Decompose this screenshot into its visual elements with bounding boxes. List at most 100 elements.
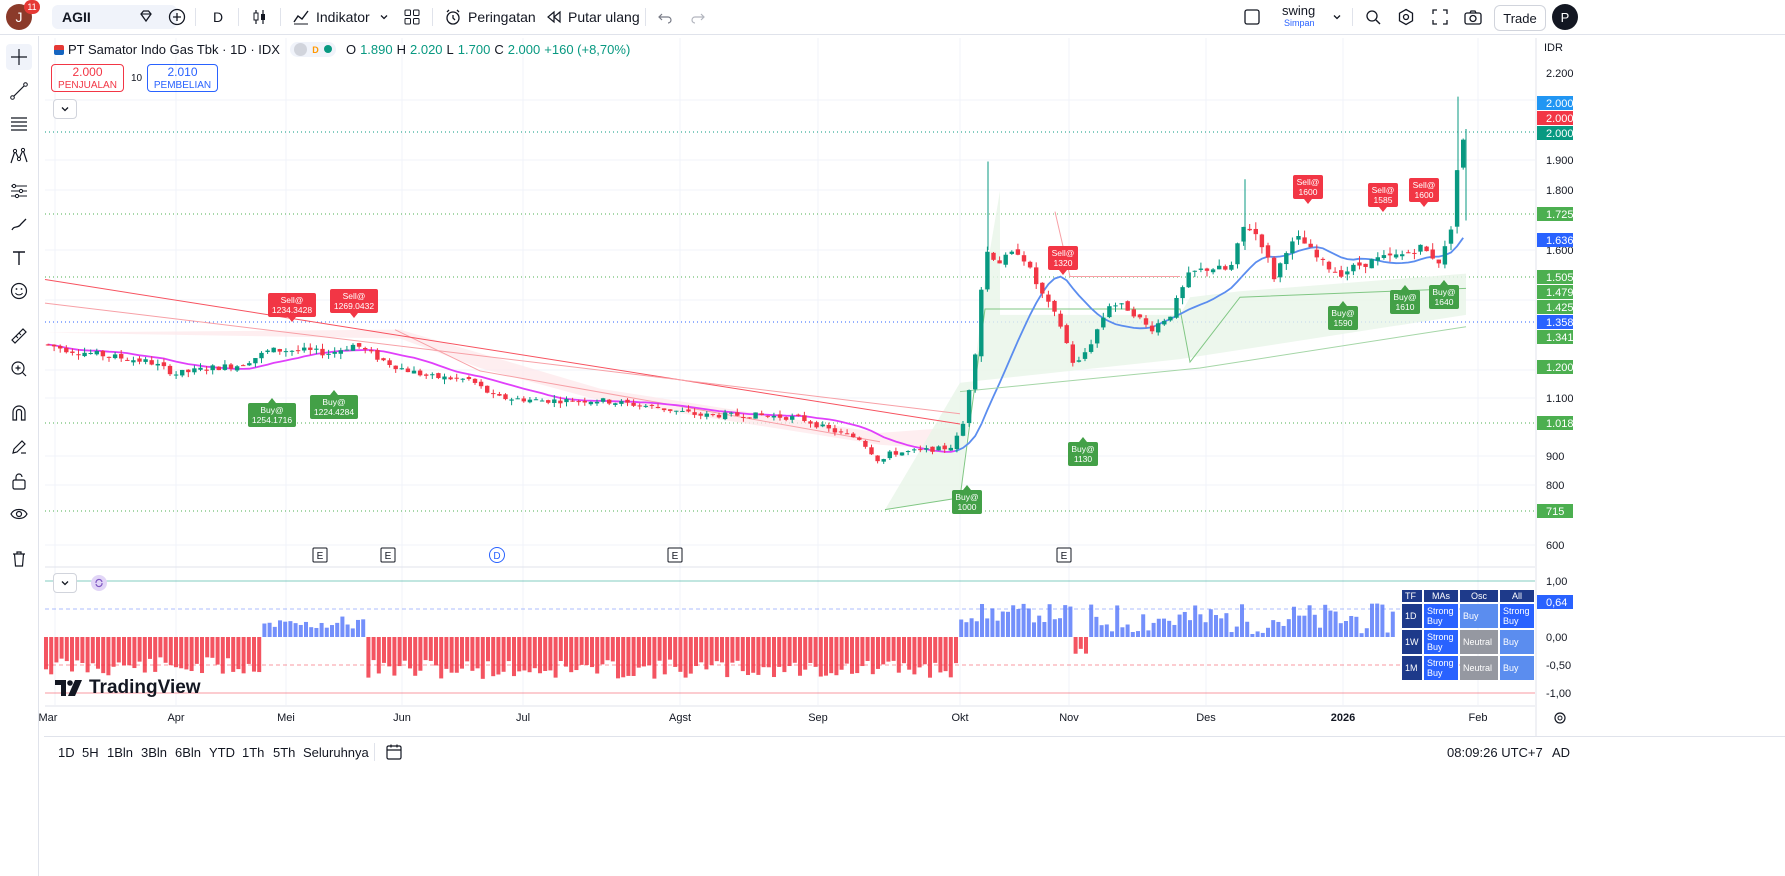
range-1bln[interactable]: 1Bln [107,745,133,760]
date-range-calendar-icon[interactable] [385,743,403,764]
candle-body [546,400,551,403]
buy-button[interactable]: 2.010 PEMBELIAN [147,64,218,92]
osc-bar [491,637,496,677]
osc-bar [1297,615,1302,637]
change-value: +160 (+8,70%) [544,42,631,57]
osc-bar [428,637,433,661]
candle-body [1095,329,1100,344]
price-tag-label: 1.200 [1546,362,1574,374]
low-value: 1.700 [457,42,491,57]
candle-body [119,354,124,359]
signal-price: 1590 [1334,318,1353,328]
osc-bar [954,637,958,664]
signal-label: Buy@ [260,405,283,415]
candle-body [45,344,51,346]
candle-body [905,451,911,453]
osc-bar [1198,614,1203,637]
range-3bln[interactable]: 3Bln [141,745,167,760]
candle-body [131,360,136,363]
indicator-sync-icon[interactable] [91,575,107,591]
osc-bar [714,637,719,662]
low-label: L [446,42,454,57]
range-5th[interactable]: 5Th [273,745,295,760]
time-axis[interactable]: Mar Apr Mei Jun Jul Agst Sep Okt Nov Des 2026 Feb [39,712,1566,724]
osc-bar [844,637,849,664]
spread-value: 10 [131,73,143,84]
candle-body [198,367,203,370]
clock-timezone[interactable]: 08:09:26 UTC+7 [1447,745,1543,760]
osc-bar [959,619,964,637]
price-axis[interactable]: 2.2001.9001.8001.6001.1009008006002.0002… [1537,68,1574,700]
ratings-osc-1m: Neutral [1460,656,1498,680]
range-6bln[interactable]: 6Bln [175,745,201,760]
candle-body [430,374,435,376]
ratings-osc-1w: Neutral [1460,630,1498,654]
candle-body [783,417,789,420]
osc-bar [699,637,704,663]
osc-bar [1162,618,1166,637]
osc-bar [782,637,787,673]
candle-body [857,437,862,440]
range-ytd[interactable]: YTD [209,745,235,760]
range-1th[interactable]: 1Th [242,745,264,760]
osc-bar [860,637,865,667]
osc-bar [1364,628,1369,637]
candle-body [1345,271,1350,275]
osc-bar [397,637,402,667]
osc-bar [751,637,756,673]
candle-body [1290,241,1295,254]
range-5h[interactable]: 5H [82,745,99,760]
time-axis-label: Des [1196,712,1216,724]
osc-bar [70,637,74,672]
osc-bar [465,637,470,662]
candle-body [58,345,63,349]
candle-body [918,449,923,451]
candle-body [1149,325,1155,332]
osc-bar [636,637,641,668]
sell-button[interactable]: 2.000 PENJUALAN [51,64,124,92]
status-pills[interactable]: D [289,42,336,57]
price-axis-label: 1.100 [1546,393,1574,405]
osc-bar [1281,625,1286,637]
legend-collapse-chevron-icon[interactable] [53,99,77,119]
osc-bar [179,637,184,669]
adjust-toggle[interactable]: AD [1552,745,1570,760]
candle-body [503,394,508,400]
osc-bar [1172,624,1177,637]
candle-body [466,377,472,380]
osc-bar [912,637,917,675]
candle-body [1314,249,1319,258]
range-all[interactable]: Seluruhnya [303,745,369,760]
range-1d[interactable]: 1D [58,745,75,760]
cloud-green [885,191,1466,510]
osc-bar [881,637,886,665]
candle-body [1003,254,1008,265]
ratings-tf-1w: 1W [1402,630,1422,654]
osc-bar [985,618,990,637]
osc-bar [818,637,823,677]
candle-body [631,402,636,406]
osc-bar [1058,618,1062,637]
osc-bar [709,637,714,666]
signal-sell: Sell@1600 [1293,175,1323,204]
osc-bar [1276,621,1281,637]
open-label: O [345,42,357,57]
osc-bar [460,637,464,669]
signal-pointer [268,398,276,403]
candle-body [1247,228,1252,231]
legend-title[interactable]: PT Samator Indo Gas Tbk · 1D · IDX [68,42,280,57]
candle-body [930,446,935,452]
osc-bar [1255,631,1260,637]
osc-bar [1188,620,1192,637]
signal-pointer [963,485,971,490]
osc-bar [257,637,262,673]
osc-bar [922,637,927,665]
pane-collapse-chevron-icon[interactable] [53,573,77,593]
candle-body [1143,318,1149,325]
osc-bar [766,637,771,668]
osc-bar [657,637,662,661]
signal-label: Sell@ [1413,180,1436,190]
osc-bar [1068,606,1073,637]
tradingview-watermark[interactable]: TradingView [55,677,201,699]
currency-label[interactable]: IDR [1544,42,1563,54]
